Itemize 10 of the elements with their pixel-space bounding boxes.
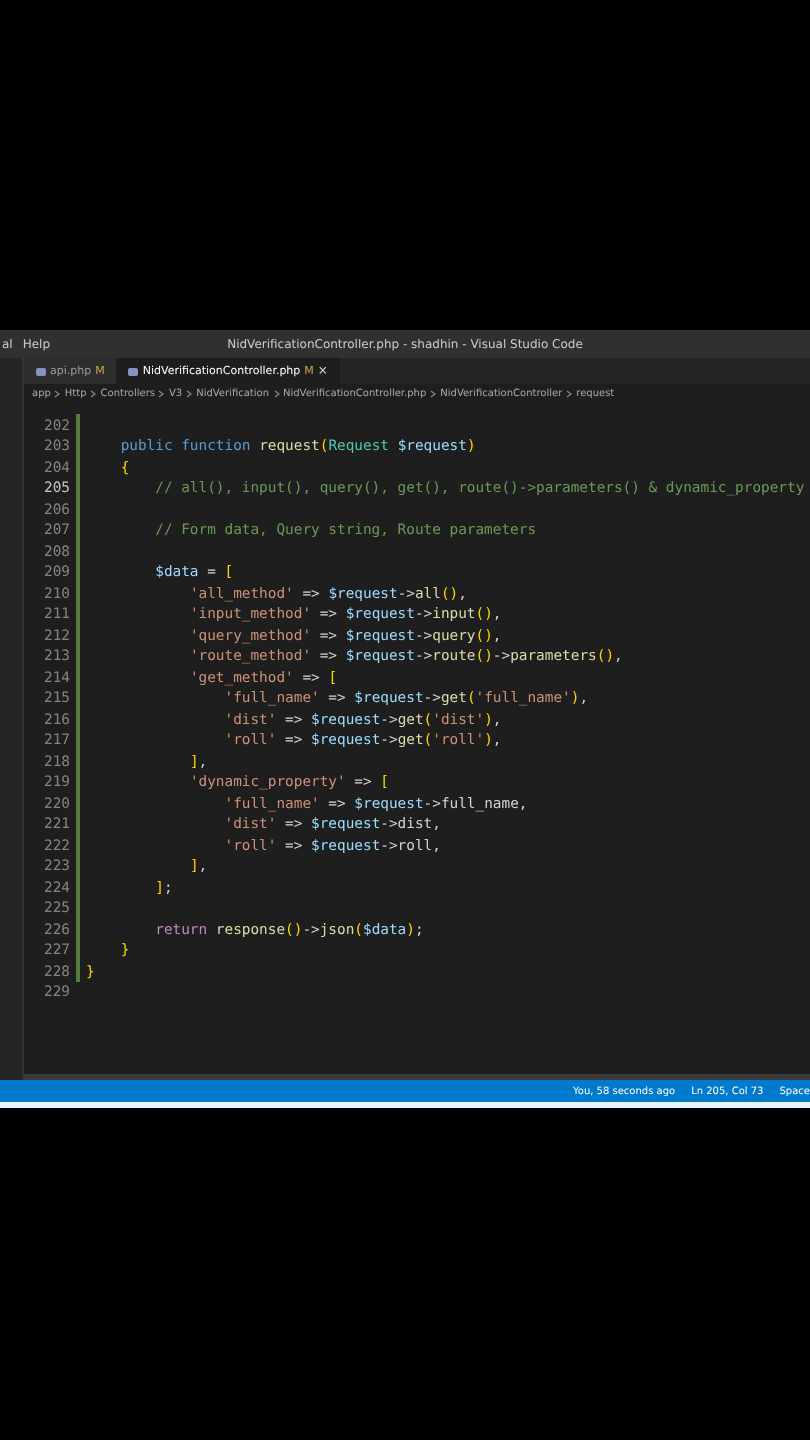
chevron-icon	[566, 390, 573, 398]
chevron-icon	[90, 390, 97, 398]
file-icon	[36, 367, 46, 375]
chevron-icon	[158, 390, 165, 398]
file-icon	[128, 367, 139, 375]
scrollbar[interactable]	[24, 1074, 810, 1080]
chevron-icon	[430, 390, 437, 398]
chevron-icon	[273, 390, 279, 398]
chevron-icon	[54, 390, 61, 398]
chevron-icon	[186, 390, 193, 398]
